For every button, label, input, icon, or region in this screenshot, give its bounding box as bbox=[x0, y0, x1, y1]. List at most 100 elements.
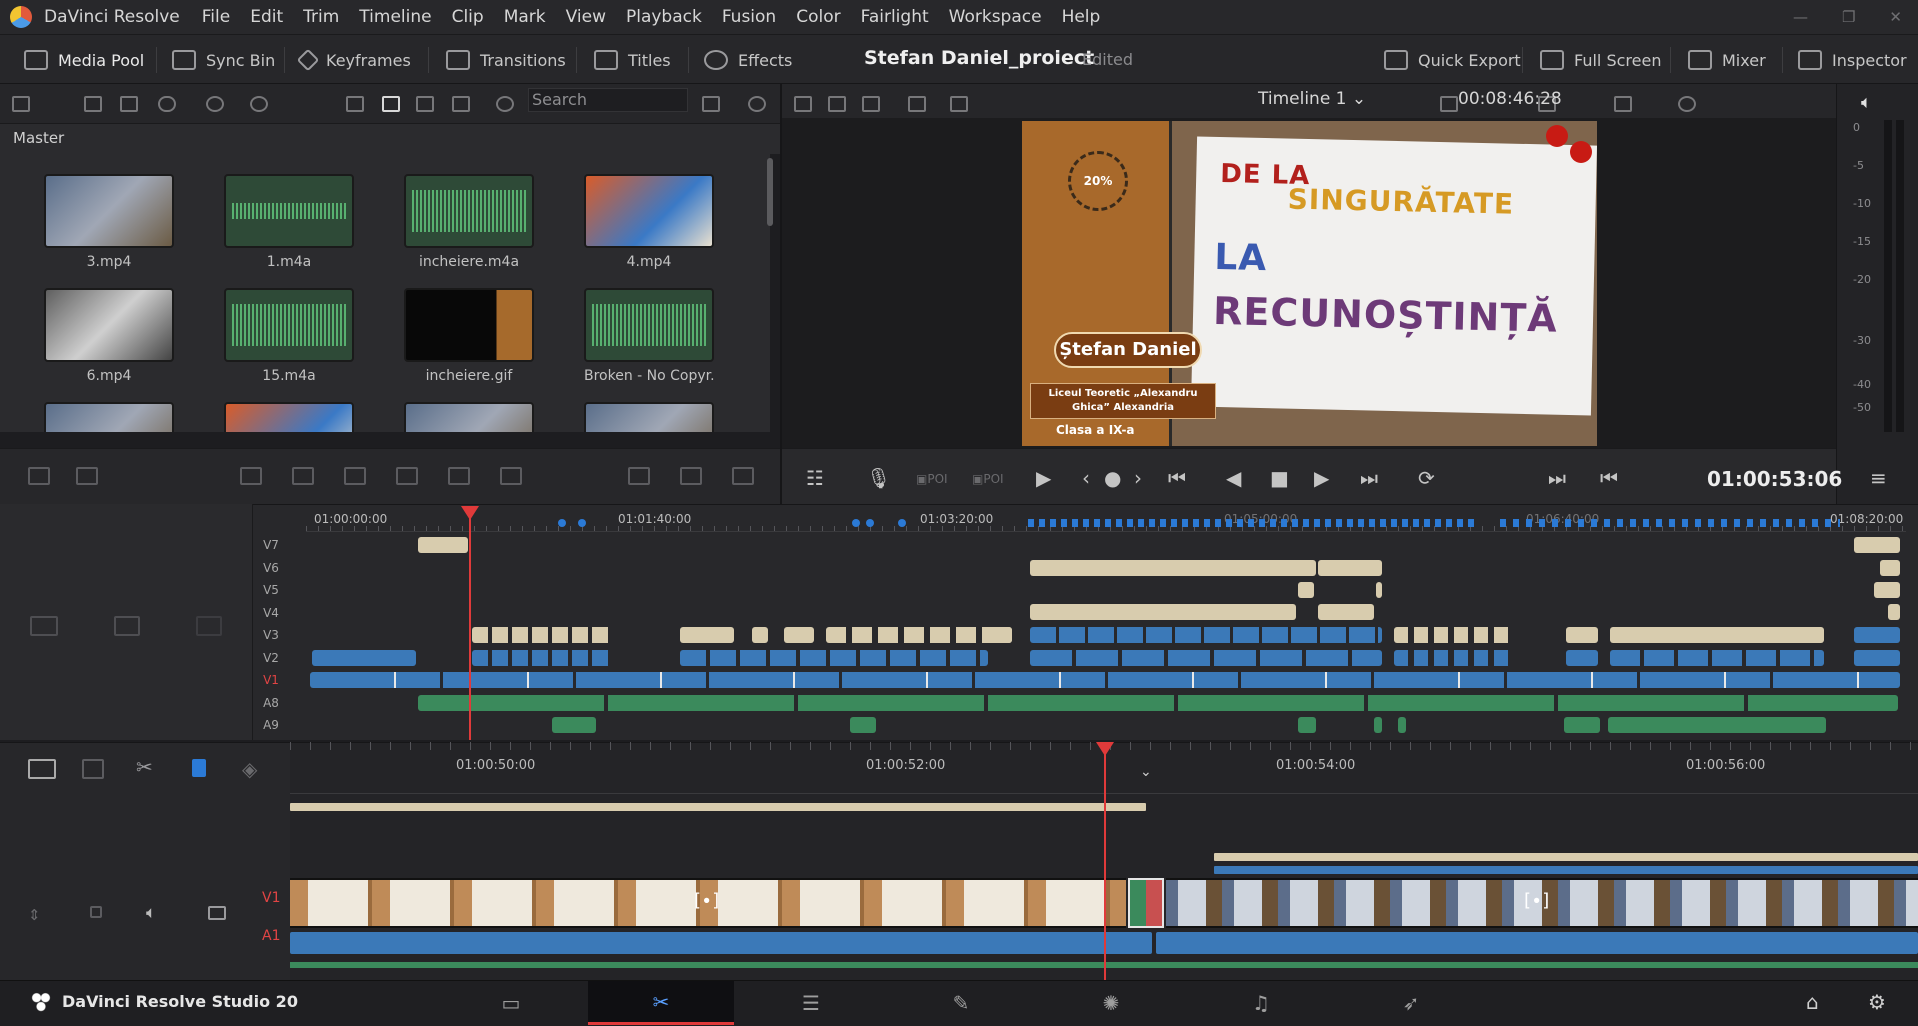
overlay-icon[interactable] bbox=[1614, 96, 1632, 112]
audio-a1-clip[interactable] bbox=[290, 932, 1152, 954]
page-tab-deliver[interactable]: ➶ bbox=[1338, 981, 1484, 1025]
menu-edit[interactable]: Edit bbox=[240, 0, 293, 34]
refresh-icon[interactable] bbox=[206, 96, 224, 112]
page-tab-cut[interactable]: ✂ bbox=[588, 981, 734, 1025]
timeline-clip[interactable] bbox=[1854, 627, 1900, 643]
new-bin-icon[interactable] bbox=[84, 96, 102, 112]
audio-clip[interactable] bbox=[850, 717, 876, 733]
timeline-clip-group[interactable] bbox=[1394, 627, 1514, 643]
audio-clip[interactable] bbox=[1608, 717, 1826, 733]
transition-clip[interactable] bbox=[1128, 878, 1164, 928]
play-icon[interactable]: ▶ bbox=[1314, 466, 1329, 490]
audio-clip-group[interactable] bbox=[418, 695, 1898, 711]
timeline-clip[interactable] bbox=[752, 627, 768, 643]
media-clip[interactable]: 3.mp4 bbox=[44, 174, 174, 270]
audio-clip[interactable] bbox=[1564, 717, 1600, 733]
audio-options-icon[interactable] bbox=[114, 616, 140, 636]
full-screen-button[interactable]: Full Screen bbox=[1540, 35, 1661, 85]
safe-area-icon[interactable] bbox=[828, 96, 846, 112]
media-pool-scrollbar[interactable] bbox=[767, 158, 773, 226]
link-icon[interactable] bbox=[250, 96, 268, 112]
poi-icon[interactable]: ▣POI bbox=[916, 472, 948, 486]
poi-add-icon[interactable]: ▣POI bbox=[972, 472, 1004, 486]
timeline-clip[interactable] bbox=[1610, 627, 1824, 643]
playback-settings-icon[interactable]: ☷ bbox=[806, 466, 824, 490]
waveform-icon[interactable] bbox=[732, 467, 754, 485]
bin-name[interactable]: Master bbox=[13, 129, 64, 147]
zoom-icon[interactable] bbox=[1440, 96, 1458, 112]
insert-clip-icon[interactable] bbox=[240, 467, 262, 485]
scissors-icon[interactable]: ✂ bbox=[136, 755, 153, 779]
color-wheel-icon[interactable] bbox=[1678, 96, 1696, 112]
stop-icon[interactable]: ■ bbox=[1270, 466, 1289, 490]
track-options-icon[interactable] bbox=[30, 616, 58, 636]
timeline-marker[interactable] bbox=[852, 519, 860, 527]
go-to-end-icon[interactable]: ⏭ bbox=[1360, 466, 1378, 490]
close-up-icon[interactable] bbox=[396, 467, 418, 485]
timeline-clip[interactable] bbox=[1566, 627, 1598, 643]
timeline-clip-group[interactable] bbox=[1030, 627, 1382, 643]
sidebar-toggle-icon[interactable] bbox=[12, 96, 30, 112]
close-icon[interactable]: ✕ bbox=[1889, 8, 1902, 26]
overlay-clip-bar[interactable] bbox=[1214, 866, 1918, 874]
timeline-clip-group[interactable] bbox=[1610, 650, 1824, 666]
lock-icon[interactable] bbox=[90, 906, 102, 918]
timeline-clip[interactable] bbox=[1376, 582, 1382, 598]
restore-icon[interactable]: ❐ bbox=[1842, 8, 1855, 26]
source-overwrite-icon[interactable] bbox=[500, 467, 522, 485]
page-tab-color[interactable]: ✺ bbox=[1038, 981, 1184, 1025]
place-on-top-icon[interactable] bbox=[448, 467, 470, 485]
audio-clip[interactable] bbox=[1298, 717, 1316, 733]
thumbnail-view-icon[interactable] bbox=[382, 96, 400, 112]
filmstrip-view-icon[interactable] bbox=[416, 96, 434, 112]
media-clip[interactable] bbox=[584, 402, 714, 432]
sort-icon[interactable] bbox=[702, 96, 720, 112]
menu-trim[interactable]: Trim bbox=[293, 0, 349, 34]
options-menu-icon[interactable]: ≡ bbox=[1870, 466, 1887, 490]
video-toggle-icon[interactable] bbox=[208, 906, 226, 920]
transitions-button[interactable]: Transitions bbox=[446, 35, 566, 85]
settings-gear-icon[interactable]: ⚙ bbox=[1868, 990, 1886, 1014]
search-toggle-icon[interactable] bbox=[496, 96, 514, 112]
timeline-marker[interactable] bbox=[898, 519, 906, 527]
audio-clip[interactable] bbox=[1398, 717, 1406, 733]
zoom-options-icon[interactable] bbox=[196, 616, 222, 636]
timeline-marker[interactable] bbox=[558, 519, 566, 527]
append-audio-icon[interactable] bbox=[76, 467, 98, 485]
page-tab-media[interactable]: ▭ bbox=[438, 981, 584, 1025]
menu-clip[interactable]: Clip bbox=[442, 0, 494, 34]
timeline-clip-group[interactable] bbox=[472, 650, 612, 666]
page-tab-edit[interactable]: ☰ bbox=[738, 981, 884, 1025]
timeline-clip[interactable] bbox=[1874, 582, 1900, 598]
chevron-down-icon[interactable]: ⌄ bbox=[1140, 764, 1152, 780]
list-view-icon[interactable] bbox=[452, 96, 470, 112]
timeline-clip[interactable] bbox=[418, 537, 468, 553]
home-icon[interactable]: ⌂ bbox=[1806, 990, 1819, 1014]
timeline-clip[interactable] bbox=[1854, 650, 1900, 666]
timeline-clip[interactable] bbox=[1318, 604, 1374, 620]
inspector-button[interactable]: Inspector bbox=[1798, 35, 1907, 85]
menu-fusion[interactable]: Fusion bbox=[712, 0, 786, 34]
menu-view[interactable]: View bbox=[556, 0, 616, 34]
speaker-icon[interactable]: 🔈︎ bbox=[1861, 92, 1872, 113]
media-clip[interactable]: 15.m4a bbox=[224, 288, 354, 384]
title-clip-bar[interactable] bbox=[290, 803, 1146, 811]
play-reverse-icon[interactable]: ◀ bbox=[1226, 466, 1241, 490]
cloud-icon[interactable] bbox=[158, 96, 176, 112]
fit-timeline-icon[interactable] bbox=[28, 759, 56, 779]
search-input[interactable]: Search bbox=[528, 88, 688, 112]
previous-edit-icon[interactable]: ⏮ bbox=[1600, 466, 1618, 490]
image-icon[interactable] bbox=[680, 467, 702, 485]
lower-playhead[interactable] bbox=[1096, 742, 1114, 980]
upper-playhead[interactable] bbox=[461, 506, 479, 740]
timeline-clip[interactable] bbox=[1888, 604, 1900, 620]
marker-flag-icon[interactable] bbox=[192, 759, 206, 777]
menu-help[interactable]: Help bbox=[1052, 0, 1111, 34]
timeline-clip-group[interactable] bbox=[310, 672, 1900, 688]
timeline-clip[interactable] bbox=[312, 650, 416, 666]
viewer-mode-icon[interactable] bbox=[794, 96, 812, 112]
folder-icon[interactable] bbox=[120, 96, 138, 112]
audio-a1-clip[interactable] bbox=[1156, 932, 1918, 954]
menu-playback[interactable]: Playback bbox=[616, 0, 712, 34]
next-clip-icon[interactable]: › bbox=[1134, 466, 1142, 490]
